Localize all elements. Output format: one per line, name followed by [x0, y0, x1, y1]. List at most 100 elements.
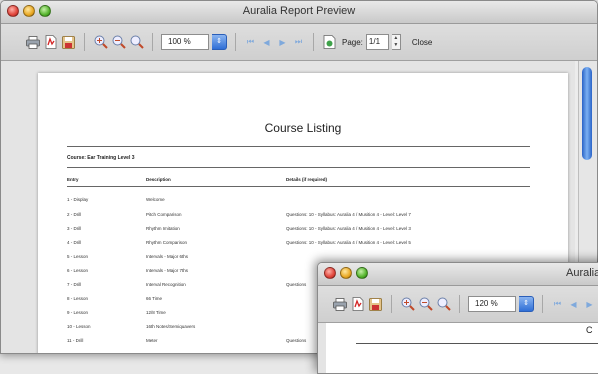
report-title: C — [586, 325, 593, 335]
export-pdf-button[interactable] — [350, 297, 365, 312]
zoom-window-button[interactable] — [356, 267, 368, 279]
previous-page-button[interactable]: ◀ — [260, 38, 273, 47]
cell-description: 66 Time — [146, 296, 163, 301]
page-label: Page: — [342, 37, 363, 47]
cell-description: Meter — [146, 338, 158, 343]
column-header-entry: Entry — [67, 177, 79, 182]
cell-entry: 11 - Drill — [67, 338, 84, 343]
save-document-icon — [369, 297, 382, 311]
page-setup-icon — [323, 35, 336, 49]
cell-entry: 7 - Drill — [67, 282, 82, 287]
cell-details: Questions: 10 - Syllabus: Auralia 4 / Mu… — [286, 240, 411, 245]
first-page-button[interactable]: ⏮ — [244, 37, 257, 47]
previous-page-button[interactable]: ◀ — [567, 300, 580, 309]
cell-entry: 8 - Lesson — [67, 296, 89, 301]
last-page-button[interactable]: ⏭ — [292, 37, 305, 47]
zoom-select-arrow[interactable]: ⇕ — [212, 34, 227, 50]
up-down-arrow-icon: ⇕ — [523, 300, 529, 307]
title-bar[interactable]: Auralia Report Preview — [1, 1, 597, 24]
cell-entry: 5 - Lesson — [67, 254, 89, 259]
first-page-icon: ⏮ — [246, 37, 255, 46]
cell-entry: 3 - Drill — [67, 226, 82, 231]
save-button[interactable] — [368, 297, 383, 312]
zoom-out-button[interactable] — [111, 35, 126, 50]
printer-icon — [25, 35, 40, 49]
toolbar-separator — [235, 33, 236, 51]
toolbar: 100 % ⇕ ⏮ ◀ ▶ ⏭ Page: 1/1 ▲ ▼ Close — [1, 24, 597, 61]
column-header-details: Details (if required) — [286, 177, 328, 182]
zoom-fit-button[interactable] — [436, 297, 451, 312]
previous-page-icon: ◀ — [263, 37, 270, 47]
zoom-out-button[interactable] — [418, 297, 433, 312]
zoom-out-icon — [112, 35, 126, 49]
cell-details: Questions — [286, 282, 307, 287]
cell-description: Pitch Comparison — [146, 212, 182, 217]
print-button[interactable] — [332, 297, 347, 312]
close-button[interactable]: Close — [412, 38, 432, 47]
column-header-description: Description — [146, 177, 171, 182]
next-page-icon: ▶ — [586, 299, 593, 309]
next-page-button[interactable]: ▶ — [276, 38, 289, 47]
cell-description: Rhythm Comparison — [146, 240, 188, 245]
toolbar-separator — [84, 33, 85, 51]
zoom-in-button[interactable] — [400, 297, 415, 312]
cell-details: Questions: 10 - Syllabus: Auralia 4 / Mu… — [286, 226, 411, 231]
table-row: 2 - Drill Pitch Comparison Questions: 10 -… — [67, 212, 530, 224]
export-pdf-button[interactable] — [43, 35, 58, 50]
zoom-select-arrow[interactable]: ⇕ — [519, 296, 534, 312]
page-stepper[interactable]: ▲ ▼ — [391, 34, 401, 50]
table-row: 3 - Drill Rhythm Imitation Questions: 10 -… — [67, 226, 530, 238]
printer-icon — [332, 297, 347, 311]
toolbar-separator — [542, 295, 543, 313]
first-page-button[interactable]: ⏮ — [551, 299, 564, 309]
close-window-button[interactable] — [324, 267, 336, 279]
zoom-fit-button[interactable] — [129, 35, 144, 50]
report-page: C — [326, 323, 598, 373]
toolbar-separator — [391, 295, 392, 313]
table-row: 4 - Drill Rhythm Comparison Questions: 10 … — [67, 240, 530, 252]
cell-entry: 1 - Display — [67, 197, 89, 202]
toolbar-separator — [152, 33, 153, 51]
zoom-in-icon — [94, 35, 108, 49]
up-down-arrow-icon: ⇕ — [216, 38, 222, 45]
cell-entry: 9 - Lesson — [67, 310, 89, 315]
cell-entry: 4 - Drill — [67, 240, 82, 245]
cell-details: Questions: 10 - Syllabus: Auralia 4 / Mu… — [286, 212, 411, 217]
pdf-document-icon — [352, 297, 363, 311]
page-setup-button[interactable] — [322, 35, 337, 50]
magnifier-icon — [130, 35, 144, 49]
divider — [356, 343, 598, 344]
zoom-select[interactable]: 100 % — [161, 34, 209, 50]
report-title: Course Listing — [264, 121, 342, 135]
cell-description: Intervals - Major 7ths — [146, 268, 189, 273]
cell-description: Welcome — [146, 197, 165, 202]
course-heading: Course: Ear Training Level 3 — [67, 155, 135, 161]
save-button[interactable] — [61, 35, 76, 50]
window-title: Auralia Report Preview — [242, 5, 356, 17]
next-page-button[interactable]: ▶ — [583, 300, 596, 309]
scrollbar-thumb[interactable] — [582, 67, 592, 160]
table-row: 1 - Display Welcome — [67, 197, 530, 209]
print-button[interactable] — [25, 35, 40, 50]
pdf-document-icon — [45, 35, 56, 49]
first-page-icon: ⏮ — [553, 299, 562, 308]
zoom-in-button[interactable] — [93, 35, 108, 50]
cell-entry: 2 - Drill — [67, 212, 82, 217]
minimize-window-button[interactable] — [340, 267, 352, 279]
toolbar-separator — [313, 33, 314, 51]
save-document-icon — [62, 35, 75, 49]
divider — [67, 146, 530, 147]
zoom-select[interactable]: 120 % — [468, 296, 516, 312]
toolbar: 120 % ⇕ ⏮ ◀ ▶ — [318, 286, 598, 323]
page-number-field[interactable]: 1/1 — [365, 34, 389, 50]
cell-description: Rhythm Imitation — [146, 226, 180, 231]
next-page-icon: ▶ — [279, 37, 286, 47]
cell-entry: 6 - Lesson — [67, 268, 89, 273]
zoom-in-icon — [401, 297, 415, 311]
divider — [67, 186, 530, 187]
cell-description: 12/8 Time — [146, 310, 166, 315]
toolbar-separator — [459, 295, 460, 313]
cell-details: Questions — [286, 338, 307, 343]
title-bar[interactable]: Auralia — [318, 263, 598, 286]
cell-entry: 10 - Lesson — [67, 324, 91, 329]
